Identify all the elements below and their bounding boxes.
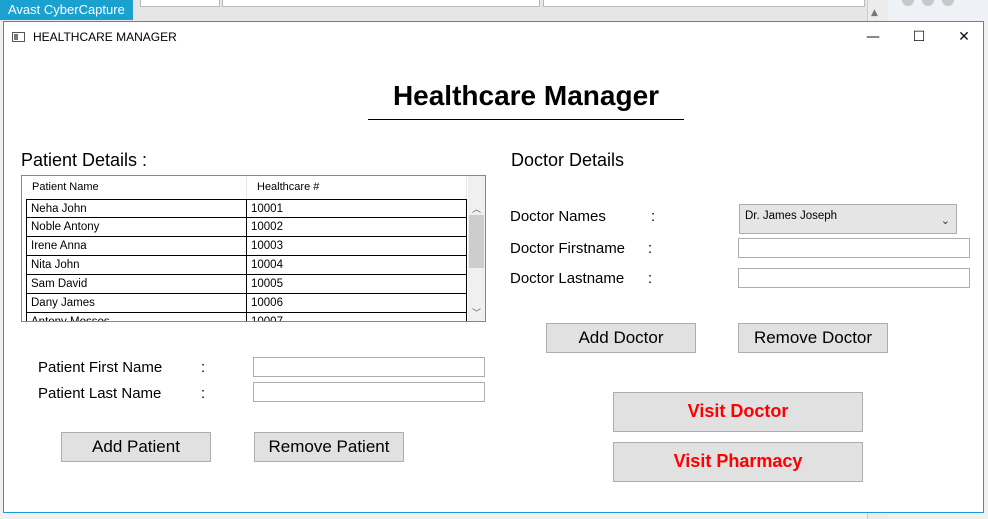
patient-name-cell: Antony Mossos xyxy=(26,313,247,321)
doctor-section-title: Doctor Details xyxy=(511,150,625,170)
app-icon xyxy=(12,32,25,42)
table-corner xyxy=(468,176,485,198)
healthcare-number-cell: 10006 xyxy=(247,294,467,312)
doctor-firstname-field[interactable] xyxy=(738,238,970,258)
background-field xyxy=(140,0,220,7)
page-title: Healthcare Manager xyxy=(392,80,660,111)
patient-name-cell: Irene Anna xyxy=(26,237,247,255)
scroll-down-icon[interactable]: ﹀ xyxy=(468,306,485,319)
toolbar-icon xyxy=(902,0,914,6)
selected-doctor: Dr. James Joseph xyxy=(745,210,838,222)
table-header: Patient Name Healthcare # xyxy=(22,176,467,198)
colon: : xyxy=(201,359,206,376)
visit-pharmacy-button[interactable]: Visit Pharmacy xyxy=(613,442,863,482)
doctor-names-dropdown[interactable]: Dr. James Joseph ⌄ xyxy=(739,204,957,234)
table-row[interactable]: Dany James 10006 xyxy=(26,294,467,313)
background-field xyxy=(543,0,865,7)
table-row[interactable]: Neha John 10001 xyxy=(26,199,467,218)
healthcare-window: HEALTHCARE MANAGER — ☐ ✕ Healthcare Mana… xyxy=(3,21,984,513)
table-row[interactable]: Sam David 10005 xyxy=(26,275,467,294)
table-row[interactable]: Noble Antony 10002 xyxy=(26,218,467,237)
column-header-healthcare-number[interactable]: Healthcare # xyxy=(247,176,467,198)
colon: : xyxy=(648,270,653,287)
remove-patient-button[interactable]: Remove Patient xyxy=(254,432,404,462)
colon: : xyxy=(201,385,206,402)
minimize-button[interactable]: — xyxy=(850,22,896,52)
background-toolbar xyxy=(888,0,988,22)
doctor-names-label: Doctor Names xyxy=(510,208,606,225)
table-body: Neha John 10001 Noble Antony 10002 Irene Ann… xyxy=(26,199,467,321)
patient-name-cell: Dany James xyxy=(26,294,247,312)
patient-name-cell: Noble Antony xyxy=(26,218,247,236)
scrollbar-thumb[interactable] xyxy=(469,215,484,268)
maximize-button[interactable]: ☐ xyxy=(896,22,942,52)
colon: : xyxy=(651,208,656,225)
patient-last-name-label: Patient Last Name xyxy=(38,385,162,402)
healthcare-number-cell: 10007 xyxy=(247,313,467,321)
healthcare-number-cell: 10001 xyxy=(247,200,467,218)
title-bar: HEALTHCARE MANAGER — ☐ ✕ xyxy=(4,22,983,52)
remove-doctor-button[interactable]: Remove Doctor xyxy=(738,323,888,353)
table-scrollbar[interactable]: ︿ ﹀ xyxy=(468,198,485,321)
healthcare-number-cell: 10004 xyxy=(247,256,467,274)
table-row[interactable]: Irene Anna 10003 xyxy=(26,237,467,256)
healthcare-number-cell: 10002 xyxy=(247,218,467,236)
colon: : xyxy=(648,240,653,257)
patient-section-title: Patient Details : xyxy=(21,150,148,170)
table-row[interactable]: Nita John 10004 xyxy=(26,256,467,275)
doctor-firstname-label: Doctor Firstname xyxy=(510,240,626,257)
table-row[interactable]: Antony Mossos 10007 xyxy=(26,313,467,321)
visit-doctor-button[interactable]: Visit Doctor xyxy=(613,392,863,432)
column-header-patient-name[interactable]: Patient Name xyxy=(22,176,247,198)
scroll-up-icon[interactable]: ︿ xyxy=(468,202,485,215)
add-patient-button[interactable]: Add Patient xyxy=(61,432,211,462)
toolbar-icon xyxy=(942,0,954,6)
background-desktop xyxy=(0,0,988,22)
patient-name-cell: Nita John xyxy=(26,256,247,274)
patient-name-cell: Sam David xyxy=(26,275,247,293)
doctor-lastname-label: Doctor Lastname xyxy=(510,270,625,287)
patient-table[interactable]: Patient Name Healthcare # Neha John 10001… xyxy=(21,175,486,322)
window-title: HEALTHCARE MANAGER xyxy=(33,30,177,44)
doctor-lastname-field[interactable] xyxy=(738,268,970,288)
healthcare-number-cell: 10003 xyxy=(247,237,467,255)
close-button[interactable]: ✕ xyxy=(941,22,987,52)
patient-first-name-label: Patient First Name xyxy=(38,359,163,376)
healthcare-number-cell: 10005 xyxy=(247,275,467,293)
background-field xyxy=(222,0,540,7)
patient-last-name-field[interactable] xyxy=(253,382,485,402)
title-underline xyxy=(368,119,684,120)
chevron-down-icon: ⌄ xyxy=(940,214,950,227)
patient-name-cell: Neha John xyxy=(26,200,247,218)
toolbar-icon xyxy=(922,0,934,6)
scroll-up-icon: ▲ xyxy=(871,8,878,18)
add-doctor-button[interactable]: Add Doctor xyxy=(546,323,696,353)
patient-first-name-field[interactable] xyxy=(253,357,485,377)
avast-cybercapture-tag: Avast CyberCapture xyxy=(0,0,133,20)
